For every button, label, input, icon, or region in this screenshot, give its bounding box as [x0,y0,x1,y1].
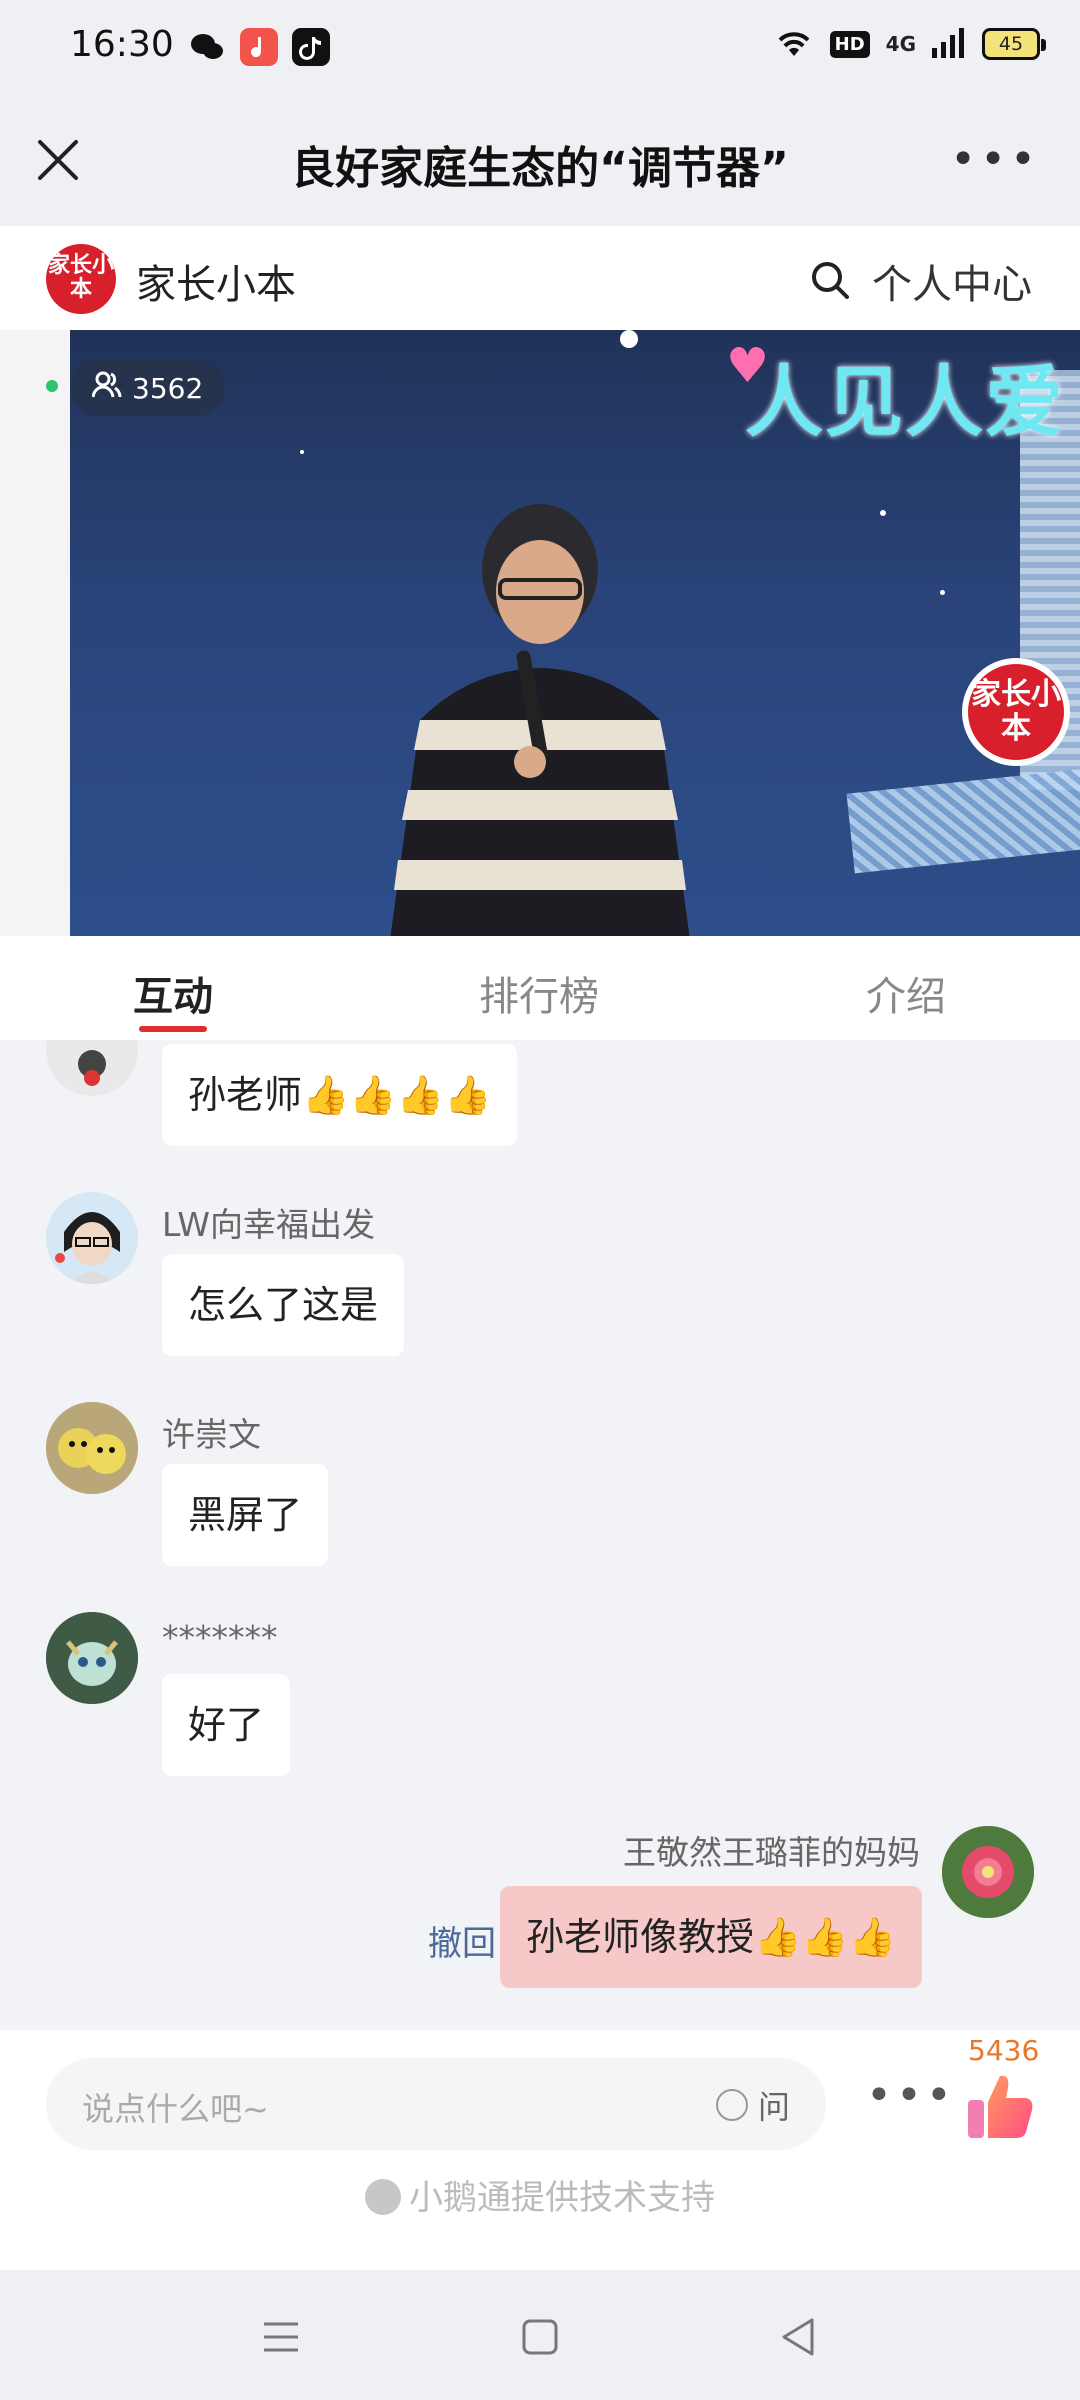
avatar[interactable] [942,1826,1034,1918]
live-indicator-dot [46,380,58,392]
search-icon[interactable] [808,258,852,302]
speaker-figure [390,504,690,936]
tab-ranking[interactable]: 排行榜 [346,936,732,1040]
status-time: 16:30 [70,24,174,65]
avatar[interactable] [46,1192,138,1284]
viewer-count-badge: 3562 [70,360,226,416]
username: ******* [162,1618,278,1657]
avatar[interactable] [46,1040,138,1096]
wechat-icon [188,28,226,66]
signal-icon [932,26,966,62]
xiaoetong-logo-icon [365,2179,401,2215]
sparkle [300,450,304,454]
shop-logo[interactable]: 家长小本 [46,244,116,314]
page-title: 良好家庭生态的“调节器” [291,143,789,194]
like-count: 5436 [968,2034,1040,2067]
network-label: 4G [885,32,916,56]
username: 许崇文 [162,1415,261,1454]
tab-interaction[interactable]: 互动 [0,936,346,1040]
chat-list[interactable]: 孙老师👍👍👍👍 LW向幸福出发 怎么了这是 许崇文 黑屏了 ******* 好了… [0,1040,1080,2030]
music-app-icon [240,28,278,66]
more-options-icon[interactable]: ••• [866,2074,956,2118]
username: 王敬然王璐菲的妈妈 [623,1833,920,1872]
tab-introduction[interactable]: 介绍 [732,936,1080,1040]
comment-placeholder: 说点什么吧~ [82,2090,269,2128]
username: LW向幸福出发 [162,1205,375,1244]
my-message-bubble[interactable]: 孙老师像教授👍👍👍 [500,1886,922,1988]
wifi-icon [774,26,814,62]
radio-circle-icon[interactable] [715,2089,748,2121]
message-bubble[interactable]: 黑屏了 [162,1464,329,1566]
hd-badge: HD [829,30,870,58]
title-bar: 良好家庭生态的“调节器” ••• [0,96,1080,226]
viewer-count: 3562 [132,371,204,405]
sparkle [940,590,945,595]
ask-toggle[interactable]: 问 [715,2082,790,2128]
personal-center-link[interactable]: 个人中心 [872,252,1032,310]
comment-input[interactable]: 说点什么吧~ 问 [46,2058,826,2150]
avatar[interactable] [46,1402,138,1494]
message-bubble[interactable]: 孙老师👍👍👍👍 [162,1044,518,1146]
sparkle [880,510,886,516]
shop-name[interactable]: 家长小本 [136,252,296,310]
people-icon [91,371,122,406]
message-bubble[interactable]: 好了 [162,1674,291,1776]
system-nav-bar [0,2270,1080,2400]
stage-banner: 人见人爱 [745,358,1066,448]
shop-header: 家长小本 家长小本 个人中心 [0,226,1080,330]
tab-bar: 互动 排行榜 介绍 [0,936,1080,1040]
status-bar: 16:30 HD 4G 45 [0,0,1080,96]
tiktok-icon [292,28,330,66]
battery-icon: 45 [982,28,1046,60]
more-menu-icon[interactable]: ••• [950,138,1040,182]
video-side-panel [0,330,70,936]
live-video-player[interactable]: ♥ 人见人爱 3562 家长小本 [0,330,1080,936]
thumbs-up-icon[interactable] [964,2070,1036,2142]
tech-support-footer: 小鹅通提供技术支持 [0,2170,1080,2219]
ask-label: 问 [757,2088,790,2126]
recall-button[interactable]: 撤回 [428,1916,496,1965]
home-nav-icon[interactable] [515,2312,565,2362]
message-bubble[interactable]: 怎么了这是 [162,1254,405,1356]
menu-nav-icon[interactable] [256,2312,306,2362]
tech-support-text: 小鹅通提供技术支持 [409,2178,715,2218]
stage-decoration [846,766,1080,874]
input-bar: 说点什么吧~ 问 ••• 5436 小鹅通提供技术支持 [0,2030,1080,2270]
shop-watermark-logo: 家长小本 [962,658,1070,766]
sparkle [620,330,638,348]
avatar[interactable] [46,1612,138,1704]
back-nav-icon[interactable] [774,2312,824,2362]
